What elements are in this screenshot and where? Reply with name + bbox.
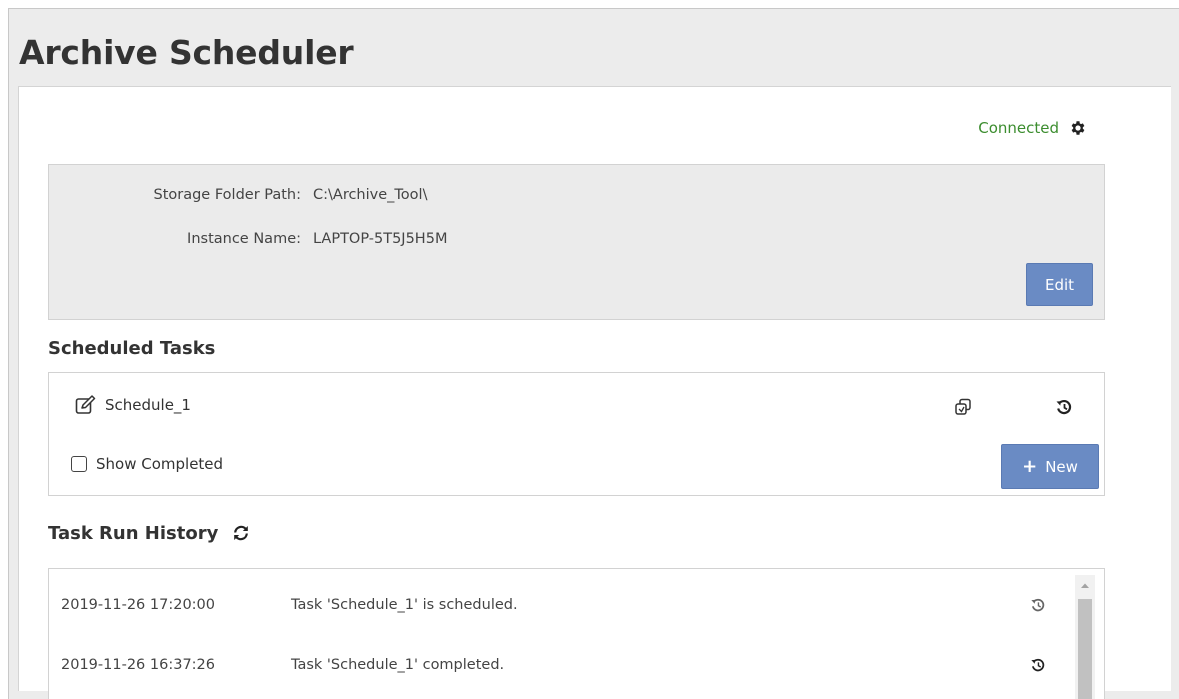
new-task-button[interactable]: + New [1001, 444, 1099, 489]
instance-name-label: Instance Name: [187, 231, 301, 247]
plus-icon: + [1022, 455, 1038, 477]
instance-name-row: Instance Name: LAPTOP-5T5J5H5M [49, 228, 447, 250]
edit-button[interactable]: Edit [1026, 263, 1093, 306]
history-icon[interactable] [1054, 397, 1074, 417]
show-completed-checkbox[interactable] [71, 456, 87, 472]
history-time: 2019-11-26 16:37:26 [61, 657, 215, 673]
history-row: 2019-11-26 16:37:26 Task 'Schedule_1' co… [49, 645, 1069, 685]
settings-panel: Storage Folder Path: C:\Archive_Tool\ In… [48, 164, 1105, 320]
scroll-up-arrow-icon[interactable] [1075, 575, 1095, 595]
scheduled-tasks-title-text: Scheduled Tasks [48, 337, 216, 359]
refresh-icon[interactable] [232, 524, 250, 542]
history-icon[interactable] [1028, 595, 1048, 615]
copy-icon[interactable] [953, 397, 973, 417]
task-name[interactable]: Schedule_1 [105, 396, 191, 414]
storage-folder-label: Storage Folder Path: [153, 187, 302, 203]
history-row: 2019-11-26 17:20:00 Task 'Schedule_1' is… [49, 585, 1069, 625]
task-run-history-list: 2019-11-26 17:20:00 Task 'Schedule_1' is… [48, 568, 1105, 699]
scrollbar-thumb[interactable] [1078, 599, 1092, 699]
history-time: 2019-11-26 17:20:00 [61, 597, 215, 613]
show-completed-label[interactable]: Show Completed [96, 455, 223, 473]
show-completed-row[interactable]: Show Completed [71, 455, 223, 473]
history-icon[interactable] [1028, 655, 1048, 675]
connection-status-text: Connected [978, 119, 1059, 137]
gear-icon[interactable] [1069, 119, 1087, 137]
storage-folder-value: C:\Archive_Tool\ [313, 187, 428, 203]
history-message: Task 'Schedule_1' completed. [291, 657, 505, 673]
app-title: Archive Scheduler [19, 33, 354, 72]
connection-status: Connected [978, 117, 1087, 139]
storage-folder-row: Storage Folder Path: C:\Archive_Tool\ [49, 184, 428, 206]
task-run-history-title: Task Run History [48, 519, 250, 547]
edit-icon[interactable] [75, 395, 97, 415]
instance-name-value: LAPTOP-5T5J5H5M [313, 231, 448, 247]
new-task-label[interactable]: New [1045, 458, 1078, 476]
scheduled-tasks-list: Schedule_1 Show Completed + New [48, 372, 1105, 496]
history-scrollbar[interactable] [1075, 575, 1095, 699]
task-run-history-title-text: Task Run History [48, 522, 219, 544]
task-item[interactable]: Schedule_1 [75, 395, 191, 415]
history-message: Task 'Schedule_1' is scheduled. [291, 597, 518, 613]
scheduled-tasks-title: Scheduled Tasks [48, 334, 215, 362]
